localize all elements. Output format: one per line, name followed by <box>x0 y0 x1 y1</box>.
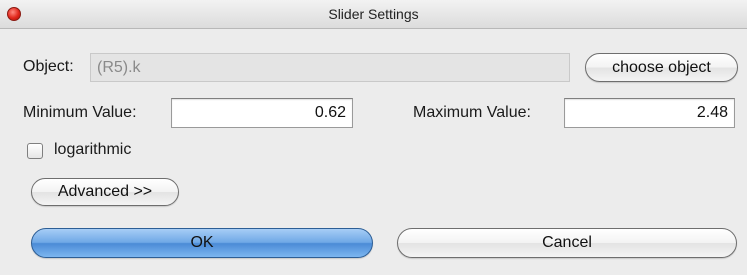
minimum-value-input[interactable] <box>171 98 353 128</box>
title-bar: Slider Settings <box>0 0 747 29</box>
object-field <box>90 53 570 82</box>
advanced-button[interactable]: Advanced >> <box>31 178 179 206</box>
cancel-button[interactable]: Cancel <box>397 228 737 258</box>
logarithmic-label: logarithmic <box>54 141 132 158</box>
maximum-value-input[interactable] <box>564 98 735 128</box>
window-title: Slider Settings <box>328 6 419 22</box>
slider-settings-dialog: Slider Settings Object: choose object Mi… <box>0 0 747 275</box>
choose-object-button[interactable]: choose object <box>585 53 738 82</box>
maximum-value-label: Maximum Value: <box>413 104 531 121</box>
ok-button[interactable]: OK <box>31 228 373 258</box>
minimum-value-label: Minimum Value: <box>23 104 137 121</box>
logarithmic-checkbox[interactable] <box>27 143 43 159</box>
object-label: Object: <box>23 58 74 75</box>
